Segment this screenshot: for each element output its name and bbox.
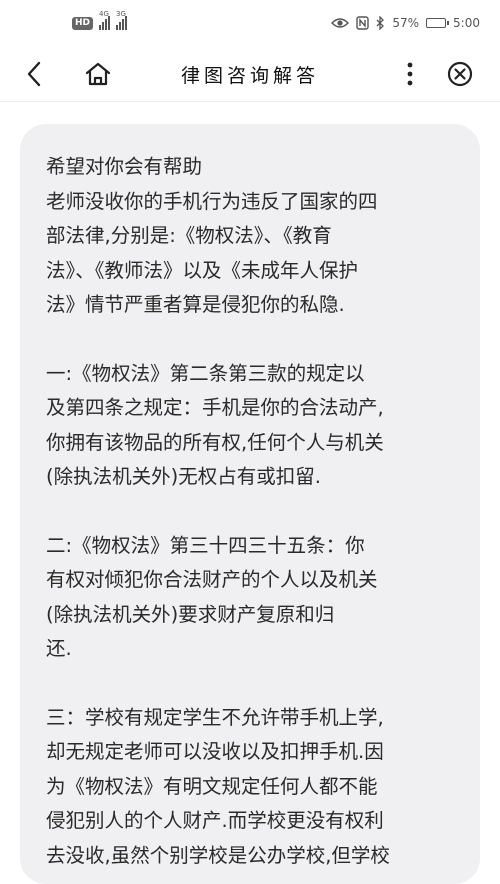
back-arrow-icon: [27, 61, 41, 87]
message-paragraph-3: 三：学校有规定学生不允许带手机上学, 却无规定老师可以没收以及扣押手机.因 为《…: [46, 701, 454, 874]
eye-icon: [331, 18, 350, 28]
status-right: 57% 5:00: [331, 16, 480, 30]
message-paragraph-0: 希望对你会有帮助 老师没收你的手机行为违反了国家的四 部法律,分别是:《物权法》…: [46, 150, 454, 323]
back-button[interactable]: [14, 54, 54, 94]
status-left: HD 4G 3G: [72, 10, 128, 30]
message-paragraph-2: 二:《物权法》第三十四三十五条：你 有权对倾犯你合法财产的个人以及机关 (除执法…: [46, 529, 454, 667]
message-line: 法》、《教师法》以及《未成年人保护: [46, 258, 359, 282]
more-options-button[interactable]: [390, 54, 430, 94]
more-vertical-icon: [407, 62, 413, 86]
clock: 5:00: [453, 16, 480, 30]
message-line: 三：学校有规定学生不允许带手机上学,: [46, 705, 384, 729]
message-line: (除执法机关外)要求财产复原和归: [46, 602, 335, 626]
message-line: 及第四条之规定：手机是你的合法动产,: [46, 396, 384, 419]
home-button[interactable]: [78, 54, 118, 94]
message-line: 有权对倾犯你合法财产的个人以及机关: [46, 568, 378, 591]
nfc-icon: [356, 16, 370, 30]
page-title: 律图咨询解答: [180, 64, 319, 87]
message-line: 法》情节严重者算是侵犯你的私隐.: [46, 293, 345, 316]
message-line: 老师没收你的手机行为违反了国家的四: [46, 189, 378, 213]
hd-voice-icon: HD: [72, 16, 94, 30]
message-line: 却无规定老师可以没收以及扣押手机.因: [46, 740, 384, 763]
navigation-bar: 律图咨询解答: [0, 46, 500, 102]
bluetooth-icon: [376, 16, 385, 30]
message-line: 去没收,虽然个别学校是公办学校,但学校: [46, 843, 390, 867]
message-line: 部法律,分别是:《物权法》、《教育: [46, 224, 332, 247]
message-line: 为《物权法》有明文规定任何人都不能: [46, 774, 378, 798]
message-line: (除执法机关外)无权占有或扣留.: [46, 465, 321, 488]
signal-strength-icon-2: 3G: [116, 10, 128, 30]
signal-strength-icon: 4G: [99, 10, 111, 30]
message-line: 二:《物权法》第三十四三十五条：你: [46, 533, 365, 557]
signal-type-label-2: 3G: [116, 10, 126, 18]
message-paragraph-1: 一:《物权法》第二条第三款的规定以 及第四条之规定：手机是你的合法动产, 你拥有…: [46, 357, 454, 495]
message-line: 侵犯别人的个人财产.而学校更没有权利: [46, 809, 384, 832]
message-bubble: 希望对你会有帮助 老师没收你的手机行为违反了国家的四 部法律,分别是:《物权法》…: [20, 124, 480, 884]
close-circle-icon: [447, 61, 473, 87]
status-bar: HD 4G 3G 57% 5:00: [0, 0, 500, 46]
home-icon: [85, 62, 111, 86]
message-line: 希望对你会有帮助: [46, 155, 203, 178]
battery-icon: [426, 18, 450, 28]
signal-type-label: 4G: [99, 10, 109, 18]
message-line: 一:《物权法》第二条第三款的规定以: [46, 361, 365, 385]
battery-percent: 57%: [392, 16, 420, 30]
message-line: 你拥有该物品的所有权,任何个人与机关: [46, 430, 384, 454]
close-button[interactable]: [440, 54, 480, 94]
message-line: 还.: [46, 637, 72, 660]
